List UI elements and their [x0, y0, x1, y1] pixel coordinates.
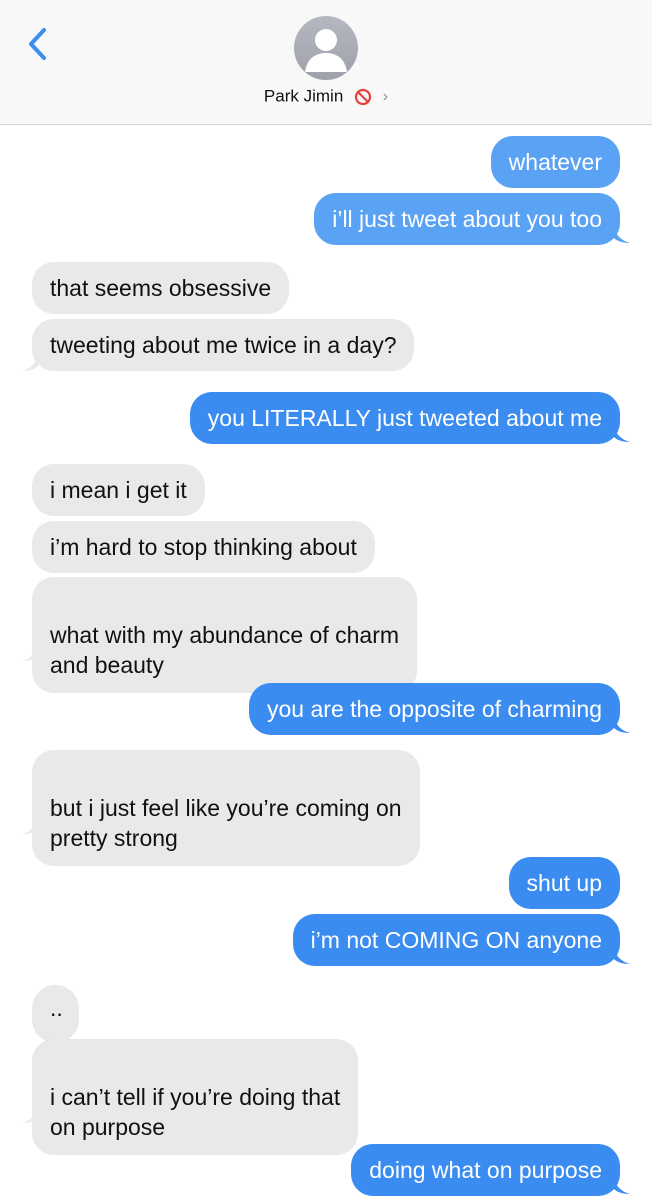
bubble-tail — [22, 354, 38, 371]
message-text: .. — [50, 995, 63, 1021]
message-text: i’m hard to stop thinking about — [50, 534, 357, 560]
bubble-tail — [22, 644, 38, 661]
message-bubble-received[interactable]: but i just feel like you’re coming on pr… — [32, 750, 420, 866]
message-bubble-sent[interactable]: you LITERALLY just tweeted about me — [189, 392, 620, 444]
message-bubble-sent[interactable]: whatever — [490, 136, 620, 188]
conversation-header: Park Jimin › — [0, 0, 652, 125]
bubble-tail — [22, 817, 38, 834]
message-bubble-sent[interactable]: i’ll just tweet about you too — [314, 193, 620, 245]
contact-name: Park Jimin — [263, 86, 344, 106]
message-text: tweeting about me twice in a day? — [50, 332, 397, 358]
chevron-right-icon: › — [382, 87, 389, 105]
message-bubble-received[interactable]: i’m hard to stop thinking about — [32, 521, 375, 573]
message-bubble-sent[interactable]: doing what on purpose — [351, 1144, 620, 1196]
message-bubble-sent[interactable]: i’m not COMING ON anyone — [292, 914, 620, 966]
blocked-circle-icon — [354, 88, 372, 105]
message-bubble-received[interactable]: what with my abundance of charm and beau… — [32, 577, 418, 693]
avatar[interactable] — [294, 16, 358, 80]
message-text: you LITERALLY just tweeted about me — [207, 405, 602, 431]
message-text: shut up — [526, 870, 602, 896]
message-text: doing what on purpose — [369, 1157, 602, 1183]
message-bubble-received[interactable]: that seems obsessive — [32, 262, 290, 314]
message-text: i mean i get it — [50, 477, 187, 503]
message-bubble-sent[interactable]: shut up — [508, 857, 620, 909]
message-text: whatever — [508, 149, 602, 175]
message-text: i can’t tell if you’re doing that on pur… — [50, 1084, 341, 1140]
bubble-tail — [614, 947, 630, 964]
message-bubble-sent[interactable]: you are the opposite of charming — [249, 683, 620, 735]
bubble-tail — [614, 716, 630, 733]
message-text: i’ll just tweet about you too — [332, 206, 602, 232]
bubble-tail — [614, 226, 630, 243]
message-bubble-received[interactable]: tweeting about me twice in a day? — [32, 319, 415, 371]
message-text: but i just feel like you’re coming on pr… — [50, 795, 402, 851]
message-text: you are the opposite of charming — [267, 696, 602, 722]
bubble-tail — [614, 425, 630, 442]
message-text: what with my abundance of charm and beau… — [50, 622, 400, 678]
message-bubble-received[interactable]: .. — [32, 985, 79, 1043]
message-bubble-received[interactable]: i mean i get it — [32, 464, 205, 516]
message-text: i’m not COMING ON anyone — [310, 927, 602, 953]
person-icon — [305, 29, 347, 72]
contact-name-row[interactable]: Park Jimin › — [0, 84, 652, 109]
chevron-left-icon[interactable] — [24, 24, 54, 64]
bubble-tail — [614, 1177, 630, 1194]
message-bubble-received[interactable]: i can’t tell if you’re doing that on pur… — [32, 1039, 359, 1155]
bubble-tail — [22, 1106, 38, 1123]
message-text: that seems obsessive — [50, 275, 272, 301]
